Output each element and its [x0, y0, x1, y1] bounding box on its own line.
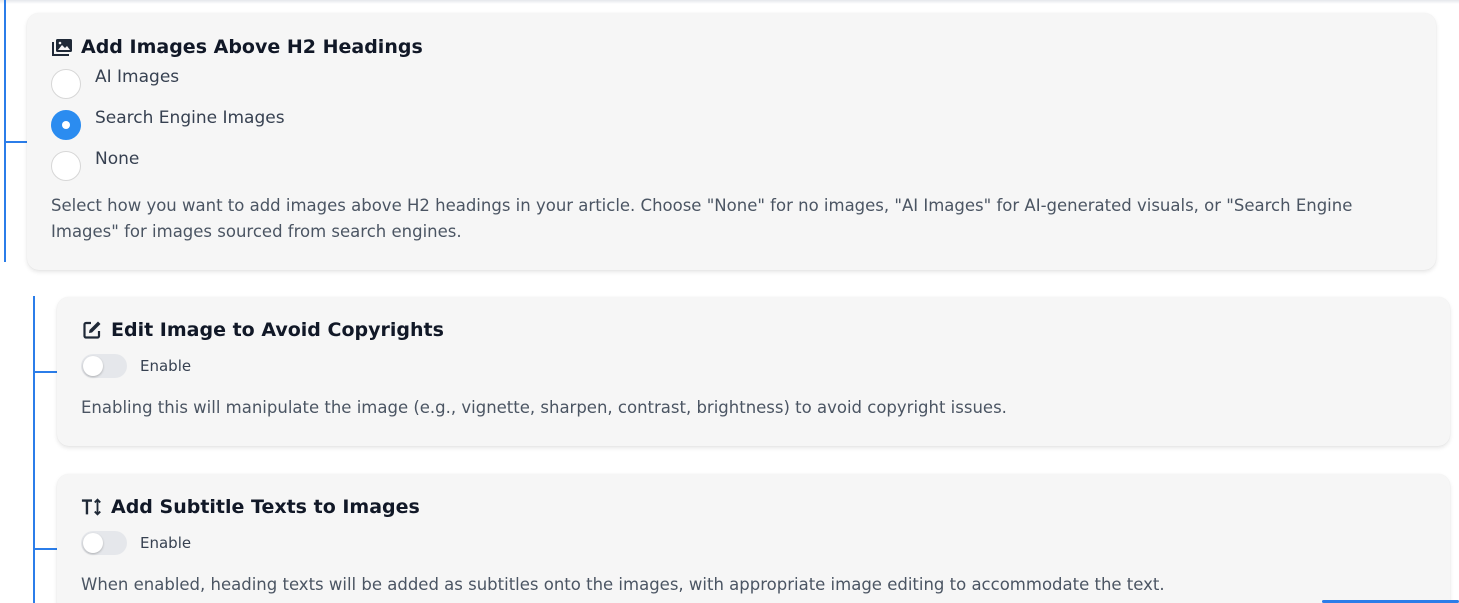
radio-option-search-engine-images[interactable]: Search Engine Images [51, 108, 285, 140]
tree-line [33, 296, 35, 603]
edit-image-card: Edit Image to Avoid Copyrights Enable En… [57, 297, 1450, 446]
radio-none[interactable] [51, 151, 81, 181]
radio-option-ai-images[interactable]: AI Images [51, 67, 180, 99]
card-description: Select how you want to add images above … [51, 196, 1353, 241]
tree-connector [33, 548, 57, 550]
card-title-text: Edit Image to Avoid Copyrights [111, 319, 444, 341]
tree-connector [4, 141, 28, 143]
enable-toggle[interactable] [81, 531, 127, 555]
radio-label: Search Engine Images [95, 108, 285, 128]
subtitle-texts-card: Add Subtitle Texts to Images Enable When… [57, 474, 1450, 603]
tree-connector [33, 371, 57, 373]
toggle-label: Enable [140, 534, 192, 552]
toggle-knob [83, 356, 103, 376]
card-title-text: Add Images Above H2 Headings [81, 36, 423, 58]
text-height-icon [81, 496, 103, 518]
edit-icon [81, 319, 103, 341]
card-title: Edit Image to Avoid Copyrights [81, 319, 444, 341]
radio-option-none[interactable]: None [51, 149, 140, 181]
toggle-knob [83, 533, 103, 553]
card-description: Enabling this will manipulate the image … [81, 398, 1007, 417]
card-title: Add Subtitle Texts to Images [81, 496, 420, 518]
top-divider [0, 0, 1459, 4]
card-description: When enabled, heading texts will be adde… [81, 575, 1165, 594]
images-above-h2-card: Add Images Above H2 Headings AI Images S… [27, 13, 1436, 270]
card-title-text: Add Subtitle Texts to Images [111, 496, 420, 518]
toggle-label: Enable [140, 357, 192, 375]
tree-line [4, 0, 6, 262]
enable-toggle-row[interactable]: Enable [81, 354, 191, 378]
radio-label: AI Images [95, 67, 180, 87]
images-icon [51, 36, 73, 58]
radio-search-engine-images[interactable] [51, 110, 81, 140]
settings-page: Add Images Above H2 Headings AI Images S… [0, 0, 1459, 603]
enable-toggle-row[interactable]: Enable [81, 531, 191, 555]
radio-label: None [95, 149, 140, 169]
radio-ai-images[interactable] [51, 69, 81, 99]
enable-toggle[interactable] [81, 354, 127, 378]
card-title: Add Images Above H2 Headings [51, 36, 423, 58]
